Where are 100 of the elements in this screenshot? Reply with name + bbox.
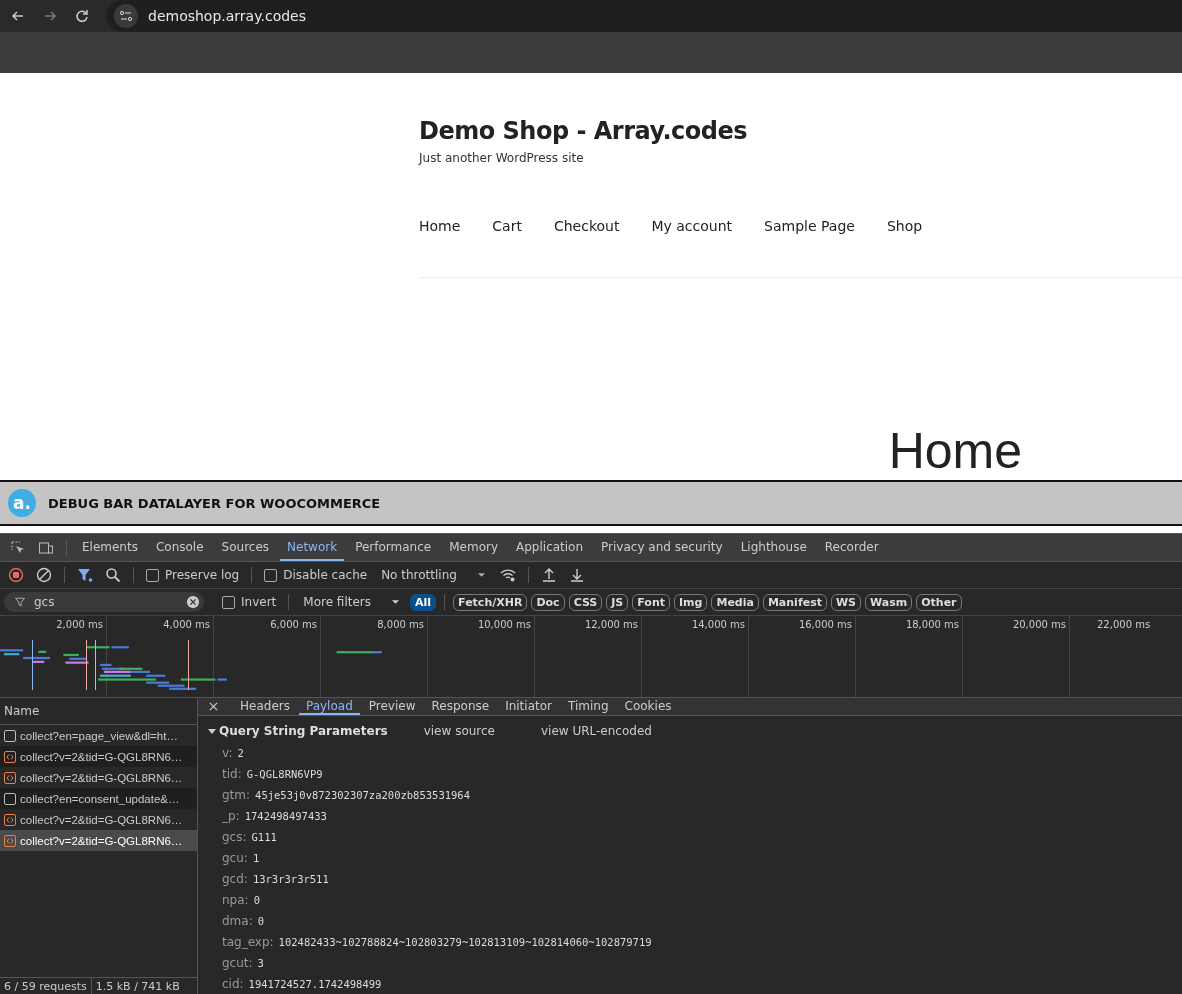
record-icon[interactable] [8,567,24,583]
timeline-tick-label: 4,000 ms [163,619,210,630]
nav-link[interactable]: Home [419,218,461,234]
nav-link[interactable]: Cart [492,218,522,234]
timeline-tick-label: 16,000 ms [798,619,852,630]
type-filter-chip[interactable]: Img [674,593,708,611]
devtools-tab[interactable]: Memory [442,534,505,561]
param-key: v: [222,745,233,760]
filter-icon [14,596,26,608]
document-icon [4,792,16,805]
nav-link[interactable]: My account [651,218,733,234]
param-key: tag_exp: [222,934,274,949]
type-filter-chip[interactable]: JS [606,593,629,611]
type-filter-chip[interactable]: Doc [531,593,565,611]
type-filter-chip[interactable]: Fetch/XHR [453,593,528,611]
timeline-tick-label: 12,000 ms [584,619,638,630]
param-key: gtm: [222,787,251,802]
close-icon[interactable] [208,701,219,712]
timeline-tick-label: 6,000 ms [270,619,317,630]
type-filter-chip[interactable]: Wasm [865,593,913,611]
devtools-tab[interactable]: Privacy and security [594,534,730,561]
devtools-tab[interactable]: Performance [348,534,439,561]
download-icon[interactable] [568,567,585,583]
type-filter-chip[interactable]: WS [830,593,861,611]
expand-triangle-icon [208,727,216,735]
caret-icon [476,572,486,578]
timeline-tick-label: 22,000 ms [1097,619,1151,630]
clear-filter-icon[interactable] [186,595,200,609]
request-row[interactable]: collect?v=2&tid=G-QGL8RN6… [0,809,197,830]
site-settings-icon [114,4,138,28]
clear-icon[interactable] [36,567,52,583]
devtools-tab[interactable]: Application [509,534,591,561]
request-row[interactable]: collect?v=2&tid=G-QGL8RN6… [0,830,197,851]
nav-link[interactable]: Sample Page [764,218,855,234]
fetch-request-icon [4,834,16,847]
more-filters-dropdown[interactable]: More filters [297,595,406,609]
param-value: 3 [257,956,264,969]
request-row[interactable]: collect?en=page_view&dl=ht… [0,725,197,746]
filter-field[interactable]: gcs [4,592,204,612]
type-filter-chip[interactable]: Manifest [762,593,827,611]
timeline-tick-label: 2,000 ms [56,619,103,630]
devtools-tab[interactable]: Recorder [817,534,886,561]
preserve-log-checkbox[interactable]: Preserve log [142,568,244,582]
document-icon [4,729,16,742]
debug-bar-title: DEBUG BAR DATALAYER FOR WOOCOMMERCE [48,495,381,511]
view-link[interactable]: view URL-encoded [541,724,652,738]
devtools-tab[interactable]: Sources [214,534,277,561]
request-row[interactable]: collect?en=consent_update&… [0,788,197,809]
param-value: 0 [257,914,265,927]
detail-tab[interactable]: Timing [561,698,616,715]
upload-icon[interactable] [540,567,557,583]
logo-icon: a. [8,489,36,517]
timeline-tick-label: 10,000 ms [477,619,531,630]
detail-tab[interactable]: Headers [233,698,297,715]
devtools-tab[interactable]: Lighthouse [733,534,814,561]
type-filter-chip[interactable]: All [410,593,437,611]
fetch-request-icon [4,771,16,784]
detail-tab[interactable]: Preview [361,698,423,715]
param-value: G111 [251,830,277,843]
type-filter-chip[interactable]: Other [916,593,962,611]
request-row[interactable]: collect?v=2&tid=G-QGL8RN6… [0,746,197,767]
param-key: gcut: [222,955,253,970]
network-conditions-icon[interactable] [499,567,516,583]
devtools-tab[interactable]: Console [148,534,211,561]
section-toggle[interactable]: Query String Parameters [208,724,388,738]
param-value: 13r3r3r3r511 [252,872,329,885]
param-key: dma: [222,913,253,928]
fetch-request-icon [4,750,16,763]
type-filter-chip[interactable]: Font [632,593,670,611]
search-icon[interactable] [105,567,121,583]
param-key: cid: [222,976,244,991]
device-toolbar-icon[interactable] [38,539,54,556]
param-value: G-QGL8RN6VP9 [246,767,323,780]
filter-icon[interactable] [77,567,93,583]
detail-tab[interactable]: Response [424,698,497,715]
throttling-dropdown[interactable]: No throttling [375,568,492,582]
devtools-tab[interactable]: Network [280,534,345,561]
disable-cache-checkbox[interactable]: Disable cache [260,568,372,582]
address-bar[interactable]: demoshop.array.codes [106,0,1182,32]
devtools-tab[interactable]: Elements [75,534,145,561]
view-link[interactable]: view source [423,724,495,738]
param-key: npa: [222,892,249,907]
detail-tab[interactable]: Cookies [617,698,679,715]
nav-link[interactable]: Checkout [553,218,620,234]
detail-tab[interactable]: Initiator [498,698,559,715]
detail-tab[interactable]: Payload [298,698,360,715]
site-title[interactable]: Demo Shop - Array.codes [419,117,1182,145]
param-key: gcd: [222,871,248,886]
reload-icon[interactable] [74,8,90,24]
page-heading: Home [888,422,1022,480]
status-text: 6 / 59 requests [4,979,87,993]
request-row[interactable]: collect?v=2&tid=G-QGL8RN6… [0,767,197,788]
param-value: 1742498497433 [244,809,327,822]
type-filter-chip[interactable]: Media [711,593,759,611]
timeline-tick-label: 8,000 ms [377,619,424,630]
status-text: 1.5 kB / 741 kB [95,979,180,993]
type-filter-chip[interactable]: CSS [568,593,603,611]
nav-link[interactable]: Shop [886,218,923,234]
timeline-tick-label: 18,000 ms [905,619,959,630]
invert-checkbox[interactable]: Invert [218,595,281,609]
